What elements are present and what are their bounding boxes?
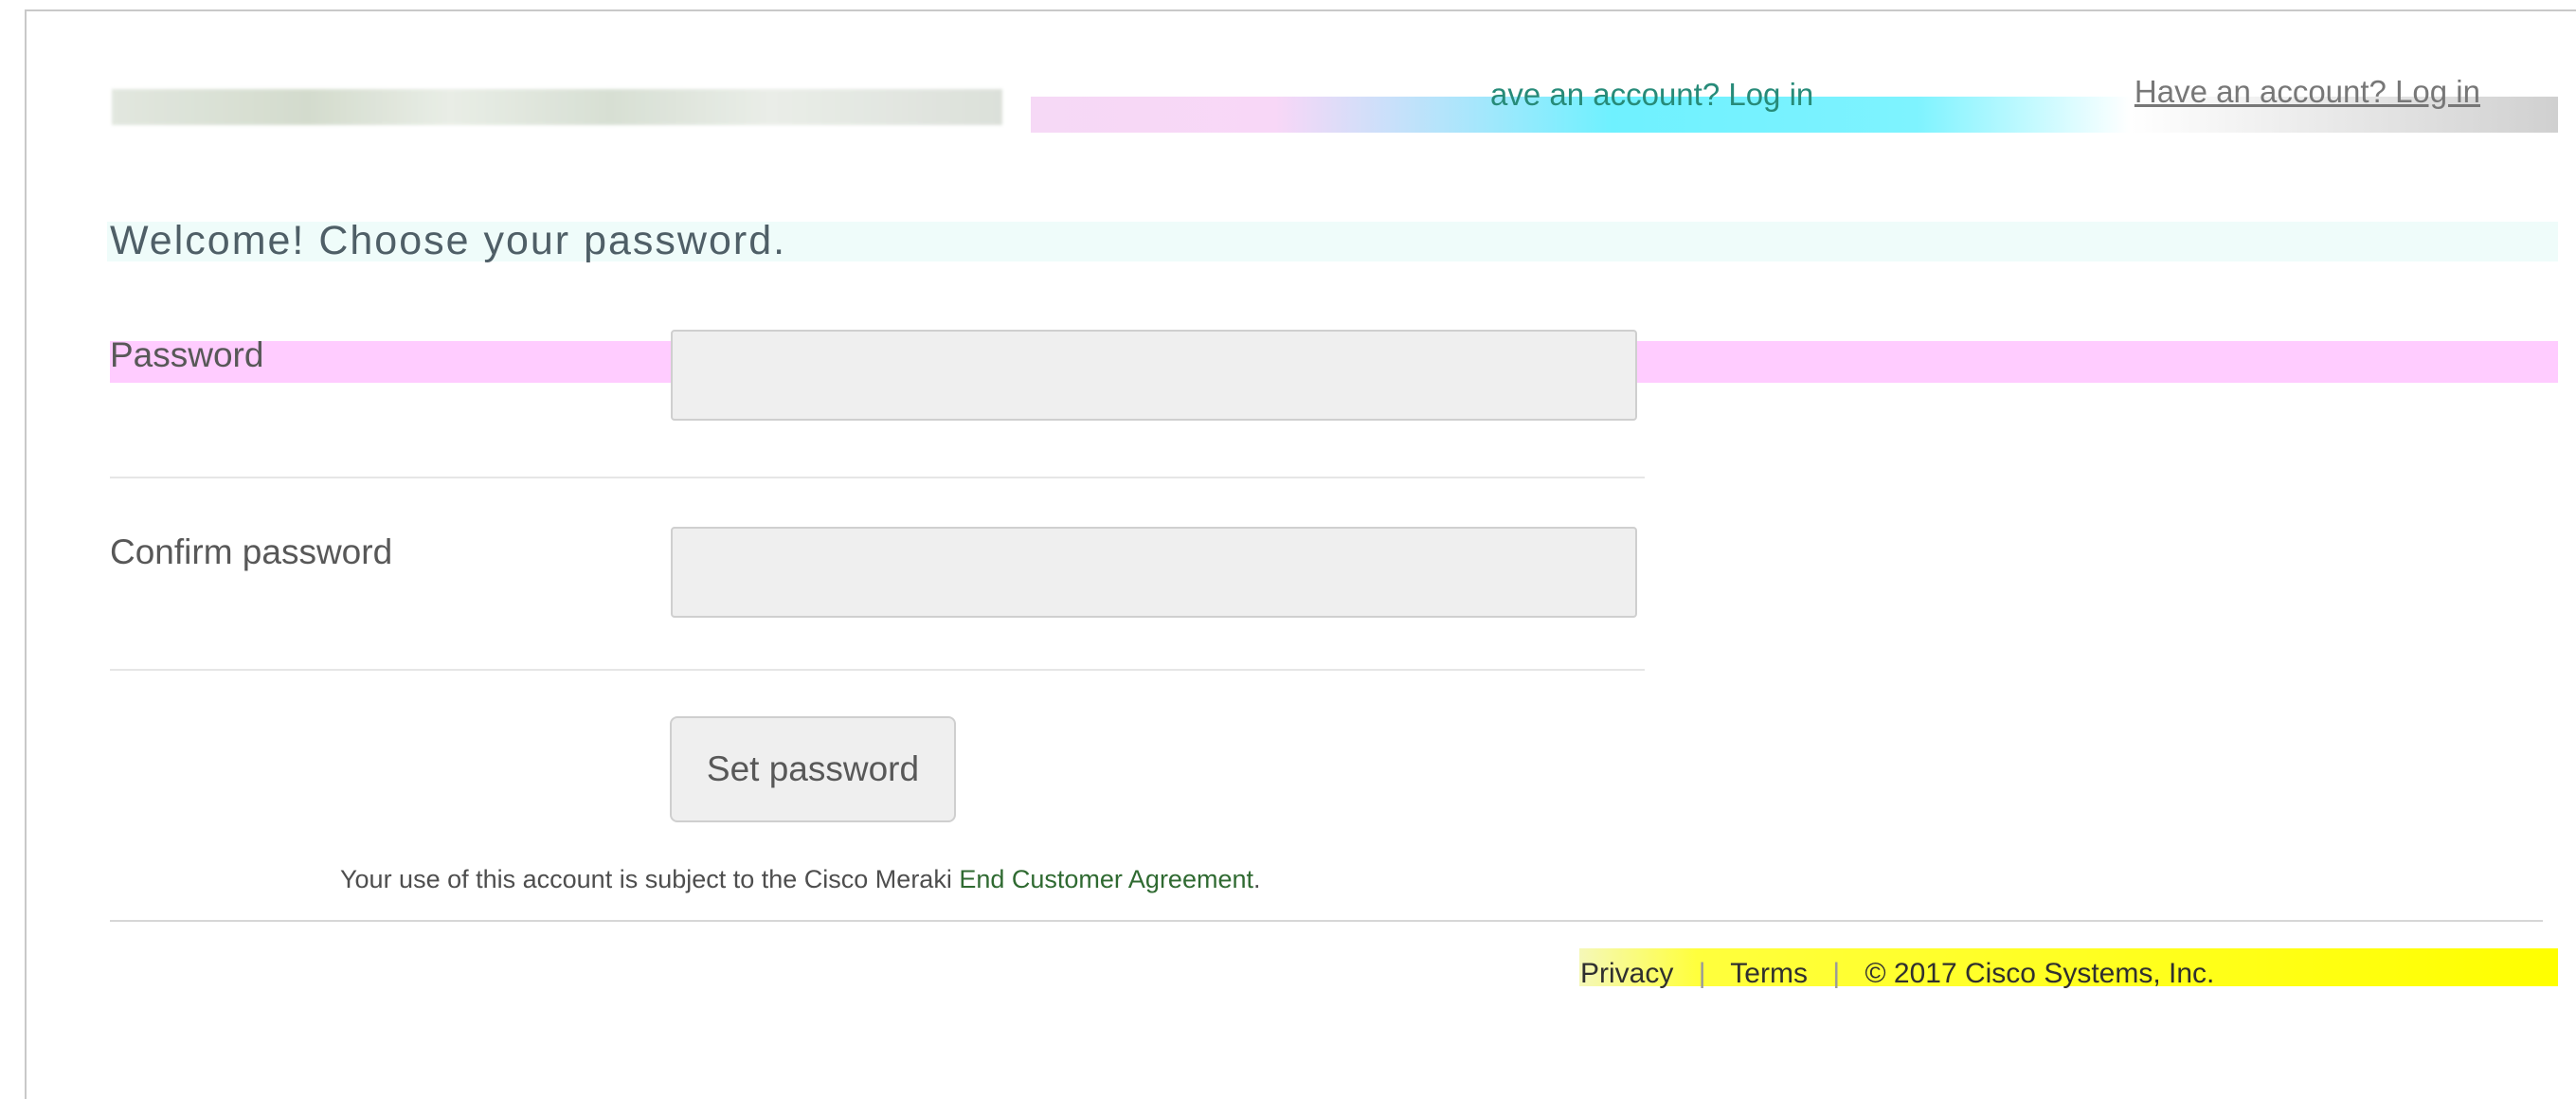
- password-input[interactable]: [671, 330, 1637, 421]
- footer-separator: |: [1832, 958, 1841, 989]
- confirm-password-label: Confirm password: [110, 532, 393, 571]
- password-divider: [110, 477, 1645, 478]
- password-label: Password: [110, 335, 264, 374]
- agreement-suffix: .: [1253, 865, 1261, 893]
- set-password-button[interactable]: Set password: [670, 716, 956, 822]
- footer-links: Privacy | Terms | © 2017 Cisco Systems, …: [1580, 958, 2214, 990]
- confirm-password-input[interactable]: [671, 527, 1637, 618]
- footer-divider: [110, 920, 2543, 922]
- terms-link[interactable]: Terms: [1730, 958, 1808, 989]
- password-row: Password: [110, 322, 1645, 455]
- end-customer-agreement-link[interactable]: End Customer Agreement: [959, 865, 1253, 893]
- login-link[interactable]: Have an account? Log in: [2135, 74, 2480, 110]
- agreement-text: Your use of this account is subject to t…: [340, 865, 1261, 894]
- header-link-ghost: ave an account? Log in: [1490, 77, 1814, 112]
- confirm-divider: [110, 669, 1645, 671]
- copyright-text: © 2017 Cisco Systems, Inc.: [1864, 958, 2215, 989]
- footer-separator: |: [1698, 958, 1706, 989]
- confirm-password-row: Confirm password: [110, 519, 1645, 652]
- page-header: ave an account? Log in Have an account? …: [112, 74, 2558, 142]
- blurred-logo: [112, 89, 1002, 125]
- agreement-prefix: Your use of this account is subject to t…: [340, 865, 960, 893]
- page-title: Welcome! Choose your password.: [110, 218, 787, 263]
- privacy-link[interactable]: Privacy: [1580, 958, 1673, 989]
